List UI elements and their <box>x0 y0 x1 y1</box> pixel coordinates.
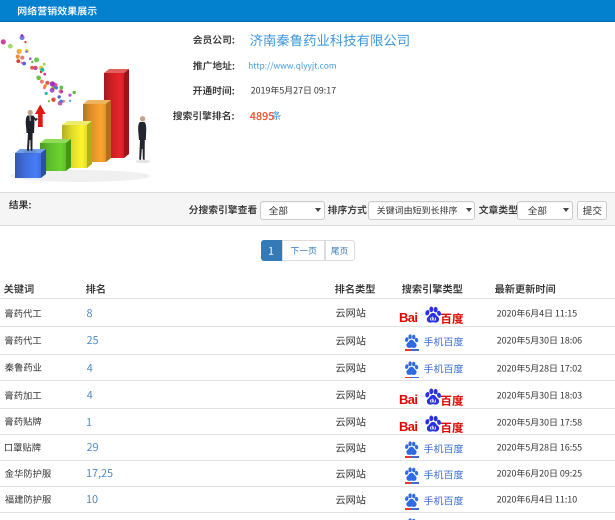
svg-text:du: du <box>429 425 436 431</box>
svg-text:du: du <box>429 398 436 404</box>
svg-text:du: du <box>429 316 436 322</box>
